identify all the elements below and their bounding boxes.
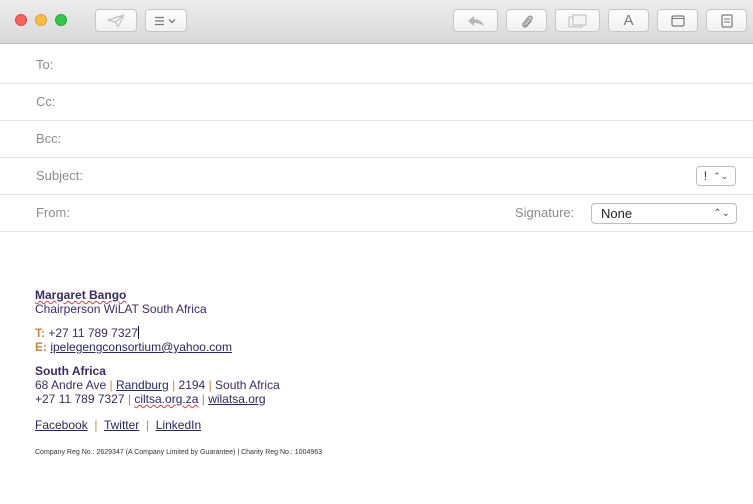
- bcc-field[interactable]: Bcc:: [0, 121, 753, 158]
- close-window-button[interactable]: [15, 14, 27, 26]
- separator: |: [127, 392, 131, 406]
- header-fields-button[interactable]: [145, 9, 187, 32]
- chevron-updown-icon: ⌃⌄: [713, 208, 730, 219]
- priority-select[interactable]: ! ⌃⌄: [696, 166, 736, 186]
- subject-label: Subject:: [36, 168, 83, 183]
- toolbar: A: [0, 0, 753, 44]
- priority-value: !: [703, 169, 708, 183]
- separator: |: [201, 392, 205, 406]
- attachment-icon: [521, 14, 533, 28]
- bcc-label: Bcc:: [36, 131, 62, 146]
- stationery-icon: [720, 13, 733, 28]
- stationery-button[interactable]: [706, 9, 747, 32]
- reply-icon: [467, 15, 484, 26]
- address-city[interactable]: Randburg: [116, 378, 169, 392]
- email-label: E:: [35, 340, 47, 354]
- signature-contact: +27 11 789 7327 | ciltsa.org.za | wilats…: [35, 392, 725, 406]
- tel-value: +27 11 789 7327: [48, 326, 138, 340]
- attach-button[interactable]: [506, 9, 547, 32]
- reply-button[interactable]: [453, 9, 498, 32]
- header-fields-icon: [155, 16, 176, 25]
- separator: |: [109, 378, 113, 392]
- subject-field[interactable]: Subject: ! ⌃⌄: [0, 158, 753, 195]
- address-street: 68 Andre Ave: [35, 378, 107, 392]
- separator: |: [172, 378, 176, 392]
- chevron-updown-icon: ⌃⌄: [713, 170, 729, 181]
- message-body[interactable]: Margaret Bango Chairperson WiLAT South A…: [35, 288, 725, 460]
- twitter-link[interactable]: Twitter: [104, 418, 139, 432]
- separator: |: [208, 378, 212, 392]
- signature-email-line: E: ipelegengconsortium@yahoo.com: [35, 340, 725, 354]
- social-links: Facebook | Twitter | LinkedIn: [35, 418, 725, 432]
- separator: |: [142, 418, 153, 432]
- signature-name: Margaret Bango: [35, 288, 725, 302]
- email-link[interactable]: ipelegengconsortium@yahoo.com: [50, 340, 232, 354]
- site1-link[interactable]: ciltsa.org.za: [134, 392, 198, 406]
- phone2: +27 11 789 7327: [35, 392, 125, 406]
- signature-region: South Africa: [35, 364, 106, 378]
- from-label: From:: [36, 205, 70, 220]
- signature-value: None: [601, 206, 633, 221]
- photo-browser-button[interactable]: [555, 9, 600, 32]
- from-field: From: Signature: None ⌃⌄: [0, 195, 753, 232]
- cc-field[interactable]: Cc:: [0, 84, 753, 121]
- signature-phone-line: T: +27 11 789 7327: [35, 326, 725, 340]
- to-label: To:: [36, 57, 54, 72]
- window-button[interactable]: [657, 9, 698, 32]
- send-button[interactable]: [95, 9, 137, 32]
- to-field[interactable]: To:: [0, 47, 753, 84]
- zoom-window-button[interactable]: [55, 14, 67, 26]
- address-code: 2194: [178, 378, 206, 392]
- signature-address: 68 Andre Ave | Randburg | 2194 | South A…: [35, 378, 725, 392]
- cc-label: Cc:: [36, 94, 56, 109]
- photo-browser-icon: [567, 13, 587, 28]
- facebook-link[interactable]: Facebook: [35, 418, 88, 432]
- signature-title: Chairperson WiLAT South Africa: [35, 302, 207, 316]
- format-button[interactable]: A: [608, 9, 649, 32]
- site2-link[interactable]: wilatsa.org: [208, 392, 265, 406]
- format-icon: A: [623, 12, 634, 29]
- minimize-window-button[interactable]: [35, 14, 47, 26]
- linkedin-link[interactable]: LinkedIn: [156, 418, 201, 432]
- compose-window: A To: Cc: Bcc: Subject: ! ⌃⌄ From: Signa…: [0, 0, 753, 504]
- send-icon: [107, 13, 125, 28]
- signature-footer: Company Reg No.: 2629347 (A Company Limi…: [35, 449, 323, 456]
- window-icon: [670, 14, 685, 27]
- signature-label: Signature:: [515, 205, 575, 220]
- signature-select[interactable]: None ⌃⌄: [591, 203, 737, 224]
- tel-label: T:: [35, 326, 45, 340]
- separator: |: [91, 418, 101, 432]
- text-cursor: [137, 326, 139, 339]
- address-country: South Africa: [215, 378, 280, 392]
- signature-name-text: Margaret Bango: [35, 288, 127, 302]
